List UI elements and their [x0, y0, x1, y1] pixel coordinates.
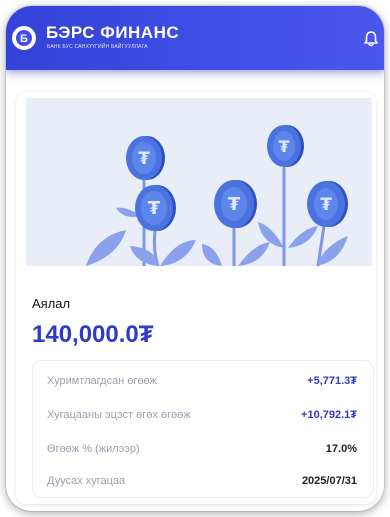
detail-label: Хугацааны эцэст өгөх өгөөж — [47, 409, 191, 421]
bers-logo-icon: Б — [12, 26, 36, 50]
detail-row-rate: Өгөөж % (жилээр) 17.0% — [47, 443, 357, 455]
bell-icon[interactable] — [362, 30, 380, 48]
brand-subtitle: БАНК БУС САНХҮҮГИЙН БАЙГУУЛЛАГА — [47, 44, 148, 50]
savings-name: Аялал — [32, 296, 71, 311]
svg-text:₮: ₮ — [278, 137, 289, 156]
savings-amount: 140,000.0₮ — [32, 321, 154, 348]
svg-text:Б: Б — [20, 33, 28, 45]
svg-text:₮: ₮ — [138, 149, 150, 169]
detail-label: Хуримтлагдсан өгөөж — [47, 375, 158, 387]
coin-plants-illustration: ₮ ₮ ₮ ₮ ₮ — [26, 98, 372, 268]
savings-card[interactable]: ₮ ₮ ₮ ₮ ₮ Аялал 140,000.0₮ Хуримтлагдсан… — [16, 92, 376, 504]
app-header: Б БЭРС ФИНАНС БАНК БУС САНХҮҮГИЙН БАЙГУУ… — [6, 6, 384, 70]
detail-row-maturity-return: Хугацааны эцэст өгөх өгөөж +10,792.1₮ — [47, 409, 357, 421]
detail-row-accrued: Хуримтлагдсан өгөөж +5,771.3₮ — [47, 375, 357, 387]
detail-value: 17.0% — [325, 443, 357, 455]
savings-details-panel: Хуримтлагдсан өгөөж +5,771.3₮ Хугацааны … — [32, 360, 374, 498]
detail-value: +10,792.1₮ — [301, 409, 357, 421]
phone-frame: Б БЭРС ФИНАНС БАНК БУС САНХҮҮГИЙН БАЙГУУ… — [6, 6, 384, 511]
svg-text:₮: ₮ — [148, 198, 161, 219]
detail-label: Өгөөж % (жилээр) — [47, 443, 140, 455]
detail-label: Дуусах хугацаа — [47, 475, 126, 487]
detail-value: 2025/07/31 — [301, 475, 357, 487]
detail-value: +5,771.3₮ — [307, 375, 357, 387]
detail-row-end-date: Дуусах хугацаа 2025/07/31 — [47, 475, 357, 487]
brand-title: БЭРС ФИНАНС — [46, 23, 180, 42]
svg-text:₮: ₮ — [320, 195, 332, 215]
svg-text:₮: ₮ — [228, 194, 241, 215]
